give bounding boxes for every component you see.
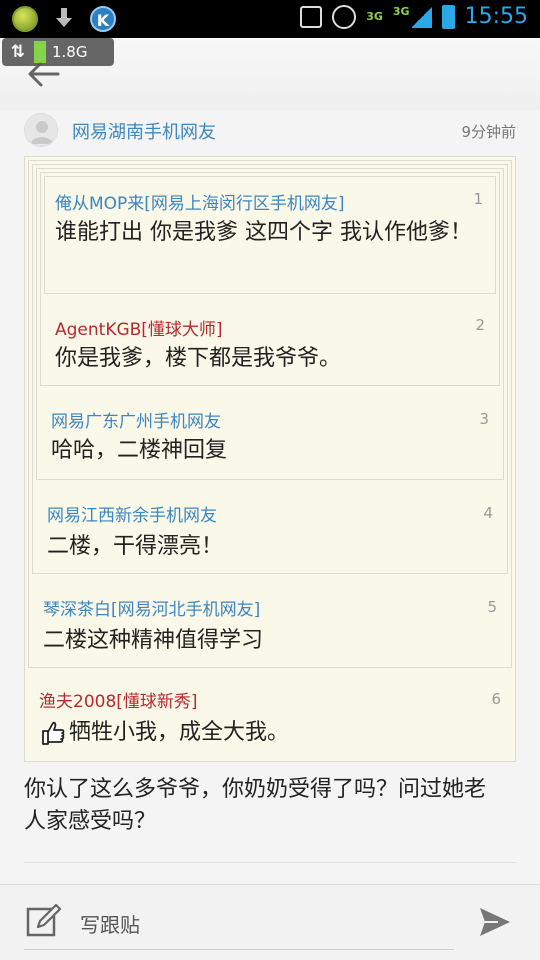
quote-floor-4: 4 (483, 504, 493, 522)
quote-author-2[interactable]: AgentKGB[懂球大师] (55, 315, 223, 340)
post-time: 9分钟前 (461, 123, 516, 141)
quote-text-1: 谁能打出 你是我爹 这四个字 我认作他爹！ (55, 220, 472, 245)
quote-floor-5: 5 (487, 598, 497, 616)
compose-input[interactable]: 写跟贴 (80, 909, 140, 938)
quote-text-5: 二楼这种精神值得学习 (43, 628, 264, 653)
quote-floor-2: 2 (475, 316, 485, 334)
app-green-icon (12, 6, 38, 32)
compose-icon[interactable] (26, 903, 62, 939)
quote-text-4: 二楼，干得漂亮！ (47, 534, 224, 559)
top-bar: ⇅ 1.8G (0, 38, 540, 110)
quote-author-1[interactable]: 俺从MOP来[网易上海闵行区手机网友] (55, 189, 345, 214)
avatar[interactable] (24, 113, 58, 147)
signal-icon (411, 5, 432, 28)
user-icon (31, 121, 53, 144)
k-app-icon: K (90, 6, 116, 32)
network-type-3g-signal: 3G (393, 5, 432, 28)
quote-author-3[interactable]: 网易广东广州手机网友 (51, 407, 221, 432)
quote-floor-1: 1 (473, 190, 483, 208)
battery-icon (441, 4, 455, 29)
send-icon (480, 908, 510, 936)
post-header: 网易湖南手机网友 9分钟前 (24, 110, 516, 150)
quote-text-2: 你是我爹，楼下都是我爷爷。 (55, 346, 342, 371)
transfer-arrows-icon: ⇅ (10, 42, 26, 62)
download-icon (52, 6, 76, 32)
quote-author-4[interactable]: 网易江西新余手机网友 (47, 501, 217, 526)
quote-floor-6: 6 (491, 690, 501, 708)
bottom-bar: 写跟贴 (0, 884, 540, 960)
quote-author-5[interactable]: 琴深茶白[网易河北手机网友] (43, 595, 260, 620)
input-underline (24, 949, 454, 950)
quote-text-6: 牺牲小我，成全大我。 (39, 717, 289, 749)
reply-text: 你认了这么多爷爷，你奶奶受得了吗？问过她老人家感受吗？ (24, 777, 487, 834)
status-bar: K 3G 3G 15:55 (0, 0, 540, 38)
thumbs-up-icon (42, 721, 65, 745)
quote-floor-3: 3 (479, 410, 489, 428)
quote-box-1: 俺从MOP来[网易上海闵行区手机网友] 1 谁能打出 你是我爹 这四个字 我认作… (44, 176, 496, 294)
divider (24, 862, 516, 863)
alarm-icon (332, 4, 357, 29)
quote-author-6[interactable]: 渔夫2008[懂球新秀] (39, 687, 198, 712)
author-name[interactable]: 网易湖南手机网友 (72, 118, 216, 144)
memory-label: 1.8G (52, 43, 88, 61)
clock: 15:55 (464, 4, 528, 29)
send-button[interactable] (478, 905, 512, 939)
network-type-3g: 3G (366, 10, 383, 23)
rotation-icon (300, 5, 323, 28)
memory-cleaner-badge[interactable]: ⇅ 1.8G (2, 38, 114, 66)
quote-text-3: 哈哈，二楼神回复 (51, 438, 228, 463)
memory-bar (34, 41, 46, 63)
